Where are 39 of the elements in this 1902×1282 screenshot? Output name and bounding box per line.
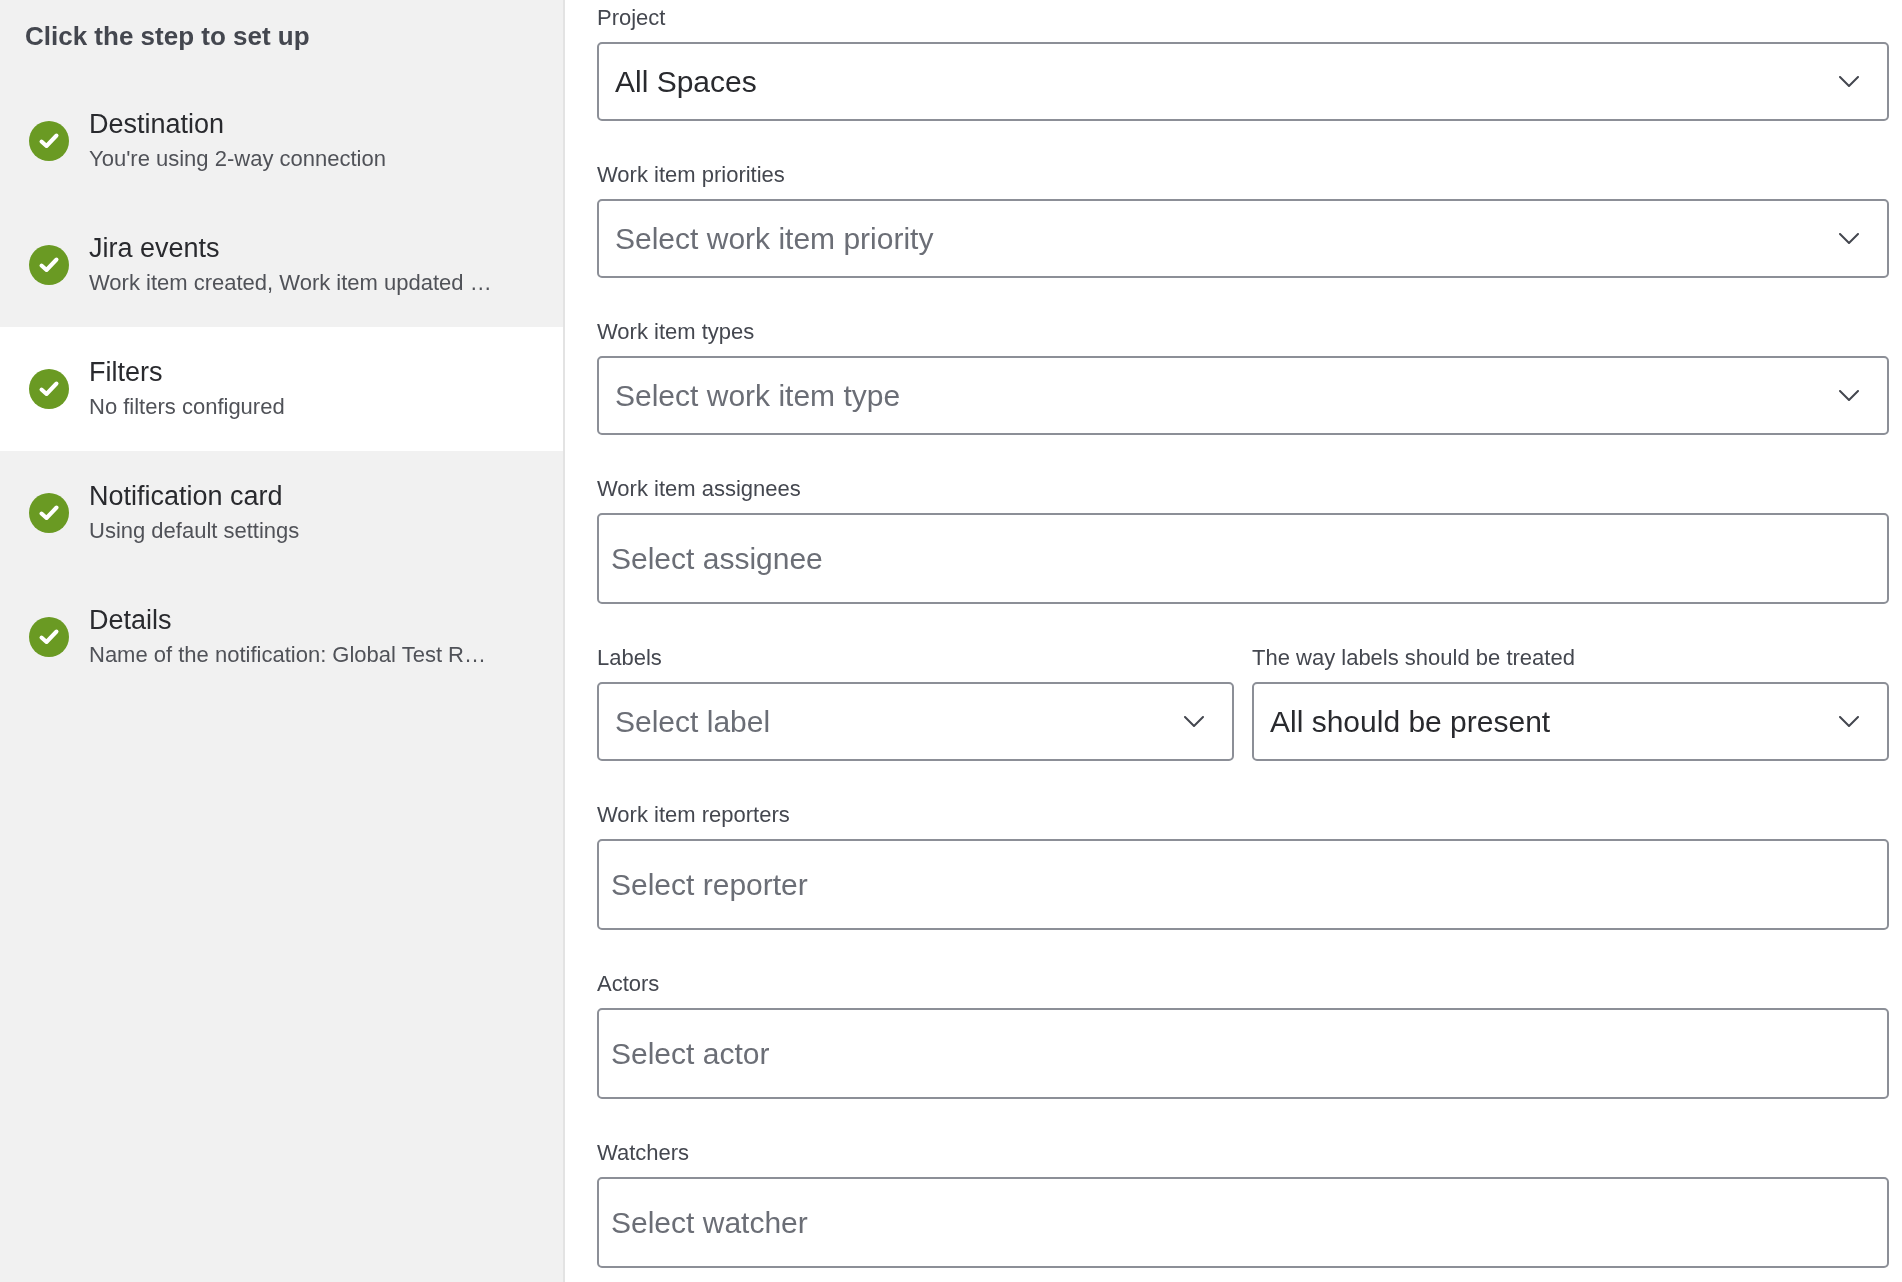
chevron-down-icon <box>1839 390 1859 401</box>
sidebar-heading: Click the step to set up <box>24 20 311 53</box>
step-subtitle: Name of the notification: Global Test R… <box>89 641 486 669</box>
dropdown[interactable]: Select work item priority <box>597 199 1889 278</box>
step-subtitle: You're using 2-way connection <box>89 145 386 173</box>
dropdown[interactable]: All should be present <box>1252 682 1889 761</box>
field-label: Work item priorities <box>597 161 785 189</box>
field-label: Actors <box>597 970 660 998</box>
step-subtitle: Work item created, Work item updated … <box>89 269 492 297</box>
field-label: Work item assignees <box>597 475 801 503</box>
step-title: Destination <box>89 108 225 140</box>
step-title: Jira events <box>89 232 220 264</box>
step-subtitle: No filters configured <box>89 393 285 421</box>
step-title: Notification card <box>89 480 283 512</box>
chevron-down-icon <box>1839 716 1859 727</box>
dropdown[interactable]: All Spaces <box>597 42 1889 121</box>
chevron-down-icon <box>1184 716 1204 727</box>
input-field[interactable]: Select reporter <box>597 839 1889 930</box>
step-title: Details <box>89 604 172 636</box>
input-field[interactable]: Select actor <box>597 1008 1889 1099</box>
field-label: Work item types <box>597 318 755 346</box>
field-label: Project <box>597 4 666 32</box>
input-field[interactable]: Select assignee <box>597 513 1889 604</box>
chevron-down-icon <box>1839 233 1859 244</box>
input-field[interactable]: Select watcher <box>597 1177 1889 1268</box>
step-item[interactable]: Destination You're using 2-way connection <box>0 79 563 203</box>
dropdown[interactable]: Select work item type <box>597 356 1889 435</box>
field-label: Work item reporters <box>597 801 790 829</box>
field-label: Labels <box>597 644 662 672</box>
step-item[interactable]: Details Name of the notification: Global Test R… <box>0 575 563 699</box>
step-item[interactable]: Jira events Work item created, Work item updated … <box>0 203 563 327</box>
chevron-down-icon <box>1839 76 1859 87</box>
step-subtitle: Using default settings <box>89 517 300 545</box>
step-item[interactable]: Filters No filters configured <box>0 327 563 451</box>
field-label: The way labels should be treated <box>1252 644 1575 672</box>
step-item[interactable]: Notification card Using default settings <box>0 451 563 575</box>
field-label: Watchers <box>597 1139 690 1167</box>
dropdown[interactable]: Select label <box>597 682 1234 761</box>
step-title: Filters <box>89 356 163 388</box>
